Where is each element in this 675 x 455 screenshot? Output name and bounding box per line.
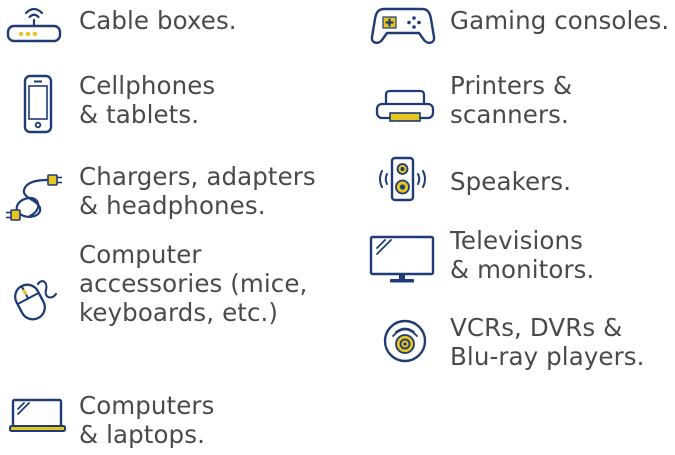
- list-item-label: Computers: [79, 391, 215, 420]
- list-item-label: scanners.: [450, 100, 569, 129]
- monitor-icon: [369, 235, 435, 283]
- list-item-label: Chargers, adapters: [79, 162, 316, 191]
- charger-cable-icon: [6, 174, 62, 221]
- list-item-label: Printers &: [450, 71, 573, 100]
- list-item-label: Computer: [79, 240, 202, 269]
- cable-box-icon: [6, 7, 62, 43]
- disc-player-icon: [383, 319, 427, 363]
- list-item-label: & laptops.: [79, 420, 205, 449]
- laptop-icon: [9, 398, 66, 432]
- list-item-label: Cable boxes.: [79, 6, 237, 35]
- printer-icon: [375, 89, 435, 122]
- computer-mouse-icon: [14, 280, 58, 321]
- game-controller-icon: [370, 7, 436, 45]
- list-item-label: Televisions: [450, 226, 584, 255]
- list-item-label: Cellphones: [79, 71, 216, 100]
- list-item-label: Blu-ray players.: [450, 342, 645, 371]
- list-item-label: & monitors.: [450, 255, 595, 284]
- list-item-label: VCRs, DVRs &: [450, 313, 623, 342]
- list-item-label: keyboards, etc.): [79, 298, 279, 327]
- list-item-label: accessories (mice,: [79, 269, 308, 298]
- list-item-label: Speakers.: [450, 167, 572, 196]
- list-item-label: & headphones.: [79, 191, 266, 220]
- cellphone-icon: [23, 74, 53, 134]
- list-item-label: Gaming consoles.: [450, 6, 670, 35]
- speaker-icon: [379, 156, 426, 202]
- list-item-label: & tablets.: [79, 100, 200, 129]
